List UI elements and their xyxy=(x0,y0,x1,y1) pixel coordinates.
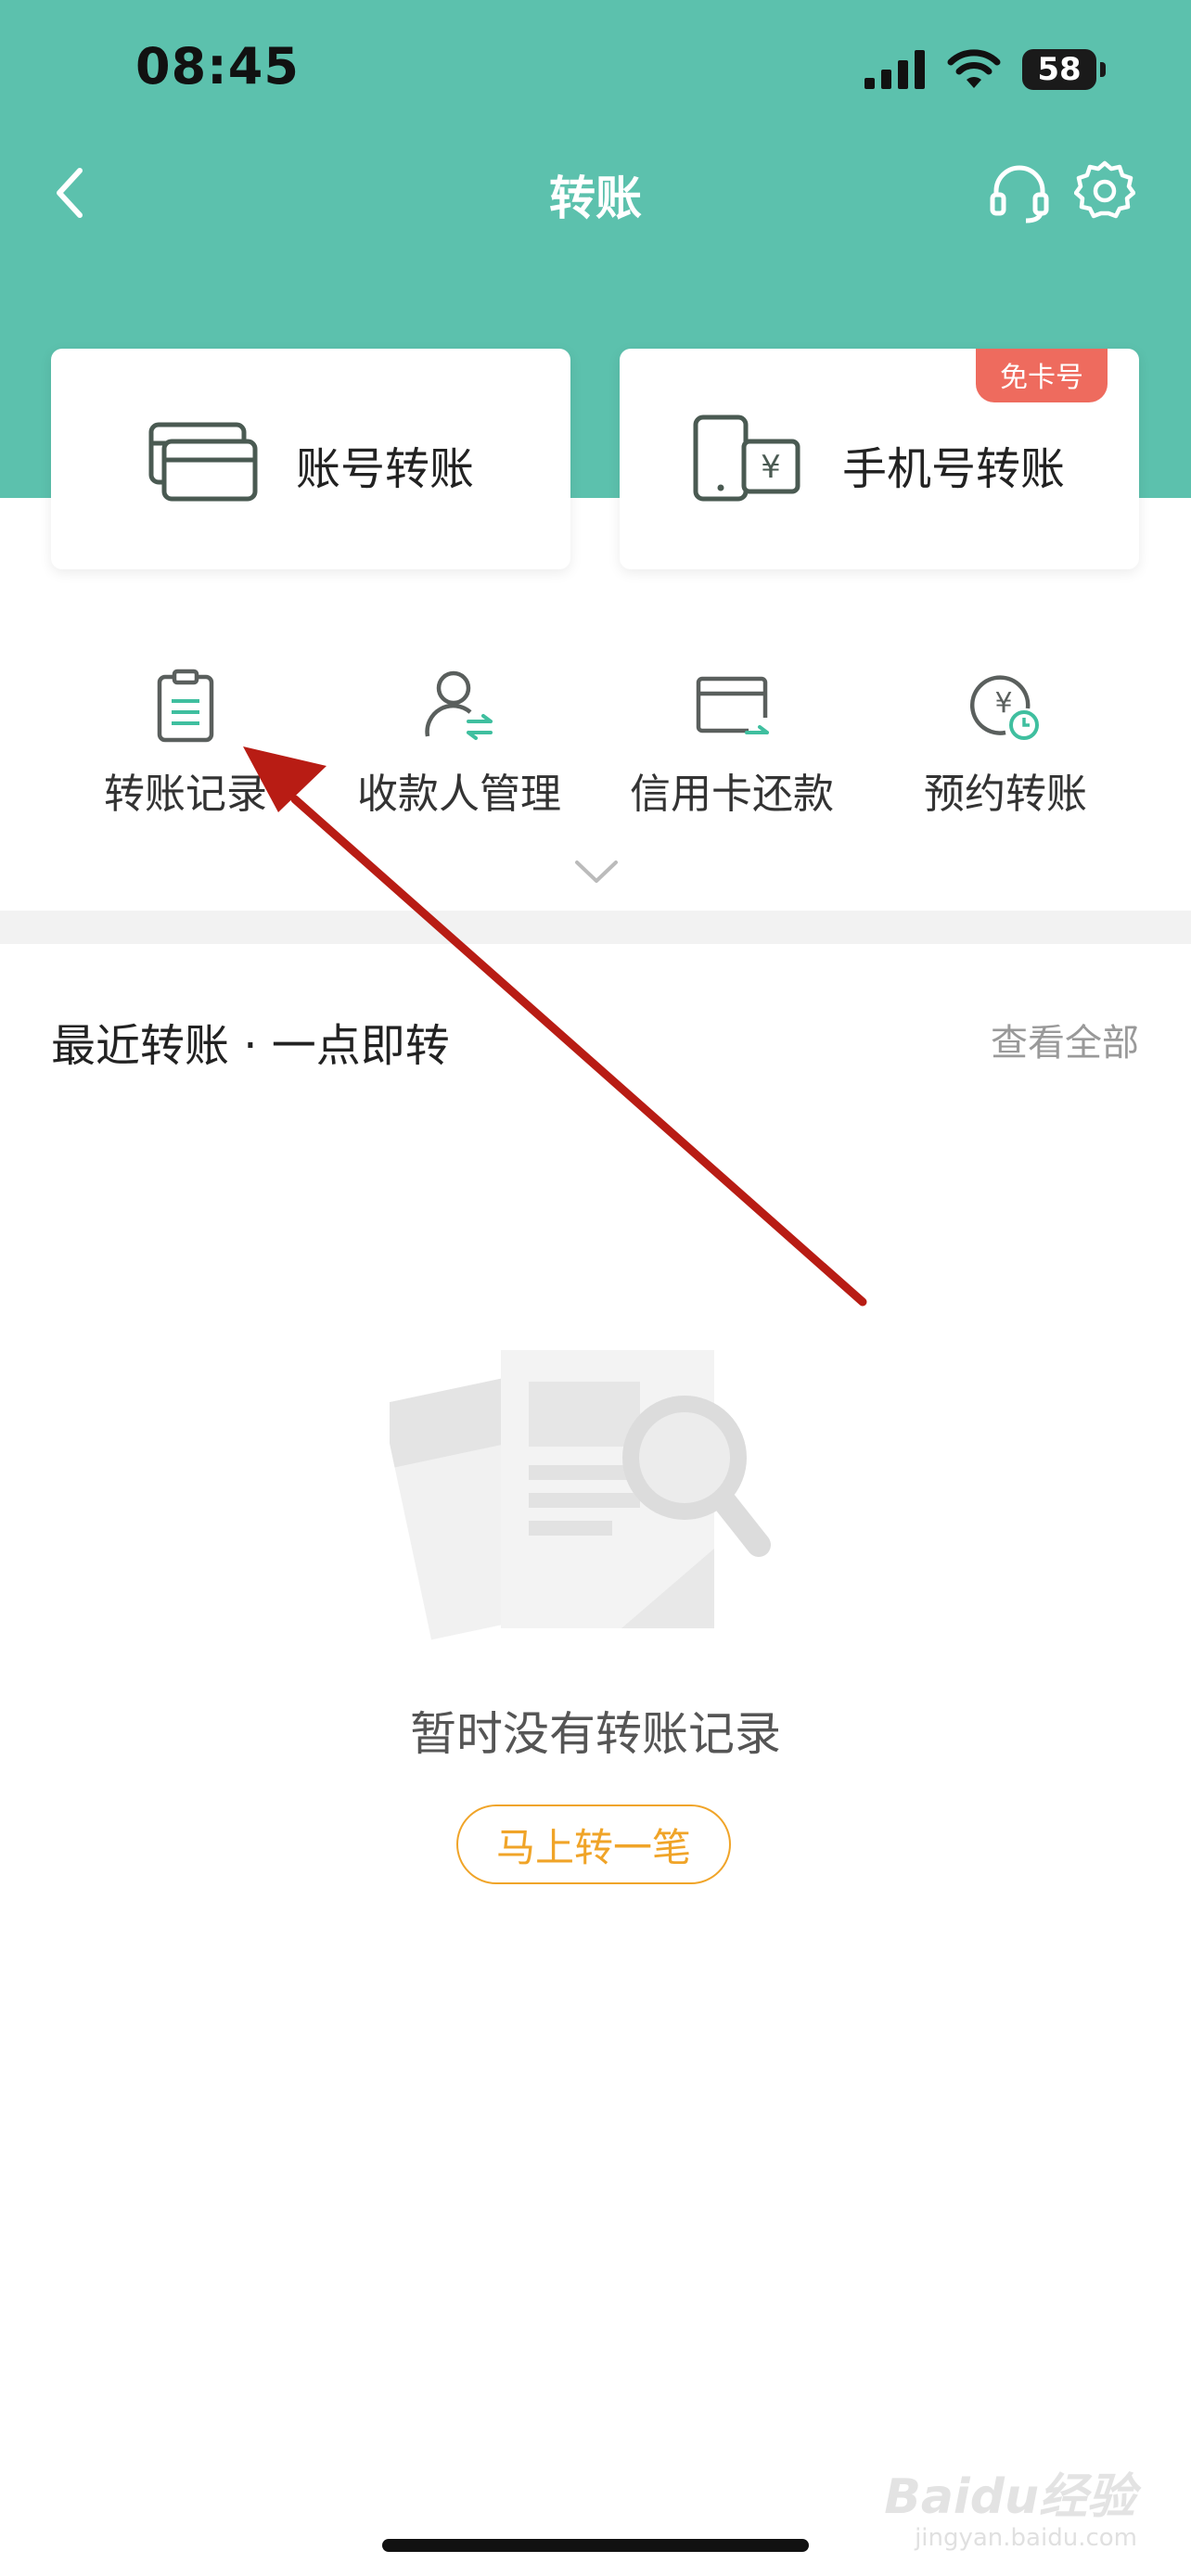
clipboard-icon xyxy=(157,669,214,743)
phone-transfer-card[interactable]: 免卡号 ¥ 手机号转账 xyxy=(620,349,1139,569)
phone-yuan-icon: ¥ xyxy=(693,414,800,502)
svg-text:¥: ¥ xyxy=(761,449,781,486)
quick-label: 收款人管理 xyxy=(357,771,561,818)
baidu-watermark: Baidu经验 xyxy=(884,2469,1135,2525)
transfer-now-button[interactable]: 马上转一笔 xyxy=(456,1804,731,1884)
account-transfer-card[interactable]: 账号转账 xyxy=(51,349,570,569)
recent-transfers-title: 最近转账 · 一点即转 xyxy=(51,1020,450,1072)
quick-payee-management[interactable]: 收款人管理 xyxy=(339,666,580,820)
quick-credit-card-repayment[interactable]: 信用卡还款 xyxy=(611,666,852,820)
status-icons: 58 xyxy=(864,46,1106,93)
empty-state-message: 暂时没有转账记录 xyxy=(410,1707,781,1761)
quick-transfer-records[interactable]: 转账记录 xyxy=(65,666,306,820)
quick-label: 信用卡还款 xyxy=(630,771,834,818)
chevron-down-icon[interactable] xyxy=(573,855,620,886)
wifi-icon xyxy=(947,49,1001,88)
svg-text:¥: ¥ xyxy=(994,687,1012,720)
battery-nub xyxy=(1100,62,1106,77)
scheduled-yuan-icon: ¥ xyxy=(969,675,1039,740)
section-divider xyxy=(0,911,1191,944)
status-time: 08:45 xyxy=(135,37,300,96)
empty-records-illustration xyxy=(390,1350,771,1640)
battery-level: 58 xyxy=(1037,51,1082,88)
phone-transfer-label: 手机号转账 xyxy=(842,443,1066,495)
quick-label: 转账记录 xyxy=(104,771,267,818)
account-transfer-label: 账号转账 xyxy=(296,443,475,495)
payee-icon xyxy=(425,670,493,740)
signal-icon xyxy=(864,50,925,89)
quick-label: 预约转账 xyxy=(924,771,1087,818)
battery-indicator: 58 xyxy=(1022,49,1096,90)
headset-icon[interactable] xyxy=(987,159,1052,224)
no-card-badge: 免卡号 xyxy=(976,349,1108,402)
gear-icon[interactable] xyxy=(1074,159,1135,221)
bank-card-icon xyxy=(148,422,258,502)
watermark-site: jingyan.baidu.com xyxy=(915,2524,1137,2552)
quick-scheduled-transfer[interactable]: ¥ 预约转账 xyxy=(885,666,1126,820)
home-indicator[interactable] xyxy=(382,2539,809,2552)
credit-card-icon xyxy=(696,676,769,734)
view-all-link[interactable]: 查看全部 xyxy=(991,1013,1139,1066)
